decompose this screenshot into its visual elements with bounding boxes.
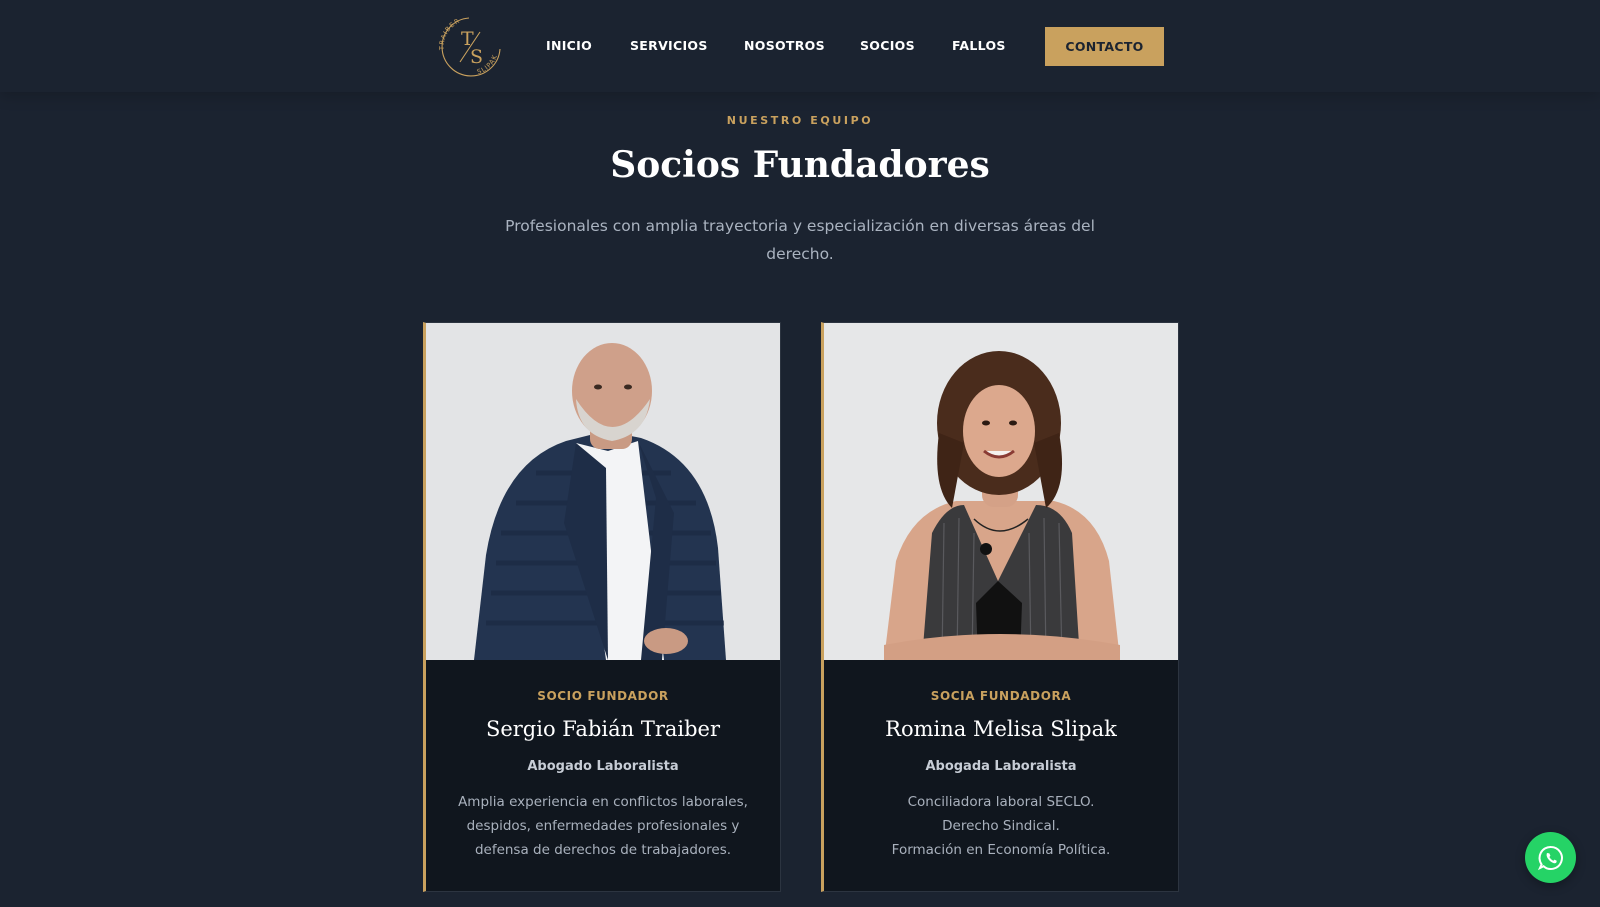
partner-photo-traiber	[426, 323, 780, 660]
partner-role: SOCIO FUNDADOR	[537, 689, 669, 703]
logo-top-text: TRAIBER	[438, 17, 461, 52]
subtitle-line-1: Profesionales con amplia trayectoria y e…	[505, 217, 1095, 235]
logo-monogram-s: S	[470, 46, 483, 68]
contact-button[interactable]: CONTACTO	[1045, 27, 1164, 66]
man-portrait-icon	[426, 323, 780, 660]
nav-inicio[interactable]: INICIO	[546, 38, 592, 53]
partner-card-traiber: SOCIO FUNDADOR Sergio Fabián Traiber Abo…	[423, 322, 781, 892]
nav-nosotros[interactable]: NOSOTROS	[744, 38, 825, 53]
nav-servicios[interactable]: SERVICIOS	[630, 38, 708, 53]
partner-role: SOCIA FUNDADORA	[930, 689, 1072, 703]
partner-description: Conciliadora laboral SECLO. Derecho Sind…	[844, 790, 1158, 862]
section-eyebrow: NUESTRO EQUIPO	[726, 114, 874, 127]
logo-emblem-icon: TRAIBER SLIPAK T S	[438, 17, 501, 77]
subtitle-line-2: derecho.	[766, 245, 834, 263]
whatsapp-icon	[1537, 845, 1563, 870]
nav-socios[interactable]: SOCIOS	[860, 38, 915, 53]
section-title: Socios Fundadores	[610, 144, 990, 186]
description-line: Derecho Sindical.	[942, 818, 1060, 834]
description-line: Formación en Economía Política.	[891, 842, 1111, 858]
nav-fallos[interactable]: FALLOS	[952, 38, 1006, 53]
partner-specialty: Abogada Laboralista	[925, 759, 1077, 774]
svg-text:TRAIBER: TRAIBER	[438, 17, 462, 52]
partner-name: Romina Melisa Slipak	[885, 717, 1117, 741]
partner-name: Sergio Fabián Traiber	[485, 717, 721, 741]
description-line: defensa de derechos de trabajadores.	[474, 842, 732, 858]
section-subtitle: Profesionales con amplia trayectoria y e…	[500, 212, 1100, 268]
partner-photo-slipak	[824, 323, 1178, 660]
brand-logo[interactable]: TRAIBER SLIPAK T S	[436, 12, 506, 82]
whatsapp-button[interactable]	[1525, 832, 1576, 883]
description-line: Conciliadora laboral SECLO.	[907, 794, 1095, 810]
woman-portrait-icon	[824, 323, 1178, 660]
partner-card-slipak: SOCIA FUNDADORA Romina Melisa Slipak Abo…	[821, 322, 1179, 892]
description-line: Amplia experiencia en conflictos laboral…	[458, 794, 748, 810]
site-header: TRAIBER SLIPAK T S INICIO SERVICIOS NOSO…	[0, 0, 1600, 92]
partner-description: Amplia experiencia en conflictos laboral…	[446, 790, 760, 862]
description-line: despidos, enfermedades profesionales y	[466, 818, 740, 834]
partner-specialty: Abogado Laboralista	[527, 759, 679, 774]
